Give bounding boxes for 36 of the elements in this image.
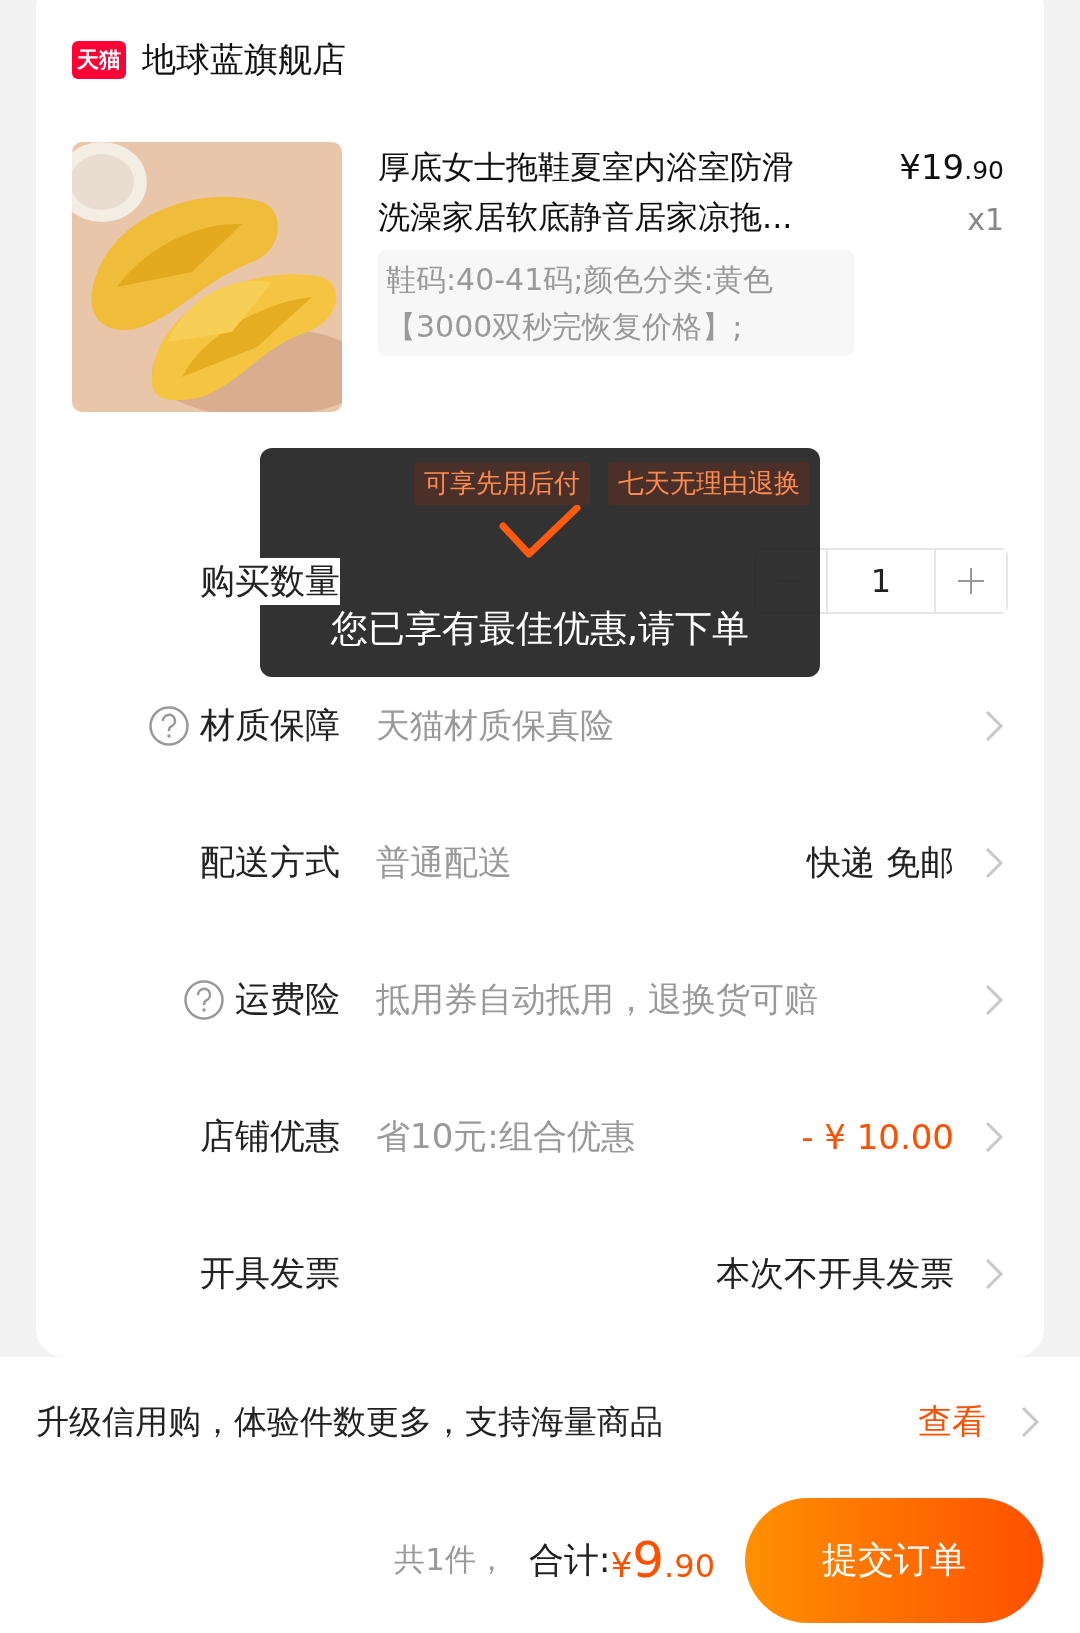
help-icon[interactable]: [148, 704, 190, 747]
option-row[interactable]: 运费险 抵用券自动抵用，退换货可赔: [72, 931, 1004, 1068]
service-tag: 七天无理由退换: [608, 462, 810, 505]
row-detail: 本次不开具发票: [716, 1251, 954, 1295]
service-tag: 可享先用后付: [414, 462, 590, 505]
row-value: 抵用券自动抵用，退换货可赔: [376, 978, 818, 1019]
toast-message: 您已享有最佳优惠,请下单: [330, 606, 750, 652]
product-price: ¥19.90: [899, 146, 1004, 189]
tmall-badge: 天猫: [72, 41, 126, 79]
item-count: 共1件，: [394, 1540, 507, 1579]
chevron-right-icon: [984, 708, 1004, 743]
row-value: 普通配送: [376, 841, 512, 882]
option-row[interactable]: 配送方式 普通配送 快递 免邮: [72, 794, 1004, 931]
chevron-right-icon: [984, 982, 1004, 1017]
chevron-right-icon: [984, 1119, 1004, 1154]
total-label: 合计:: [528, 1538, 611, 1582]
row-value: 省10元:组合优惠: [376, 1115, 635, 1156]
chevron-right-icon: [1020, 1405, 1040, 1439]
credit-promo-text: 升级信用购，体验件数更多，支持海量商品: [36, 1400, 664, 1443]
row-value: 天猫材质保真险: [376, 704, 614, 745]
chevron-right-icon: [984, 1256, 1004, 1291]
chevron-right-icon: [984, 845, 1004, 880]
product-specs: 鞋码:40-41码;颜色分类:黄色 【3000双秒完恢复价格】;: [378, 250, 854, 356]
help-icon[interactable]: [183, 978, 225, 1021]
option-row[interactable]: 店铺优惠 省10元:组合优惠 - ¥ 10.00: [72, 1068, 1004, 1205]
option-row[interactable]: 开具发票 本次不开具发票: [72, 1205, 1004, 1342]
total-amount: ¥9.90: [610, 1531, 715, 1589]
product-title: 洗澡家居软底静音居家凉拖...: [378, 197, 794, 238]
option-row[interactable]: 材质保障 天猫材质保真险: [72, 657, 1004, 794]
row-label: 购买数量: [200, 557, 340, 605]
product-title: 厚底女士拖鞋夏室内浴室防滑: [378, 147, 794, 188]
store-name[interactable]: 地球蓝旗舰店: [142, 37, 346, 83]
product-count: x1: [967, 201, 1004, 239]
checkmark-icon: [499, 504, 581, 560]
row-detail: - ¥ 10.00: [801, 1116, 954, 1157]
row-detail: 快递 免邮: [807, 840, 954, 884]
